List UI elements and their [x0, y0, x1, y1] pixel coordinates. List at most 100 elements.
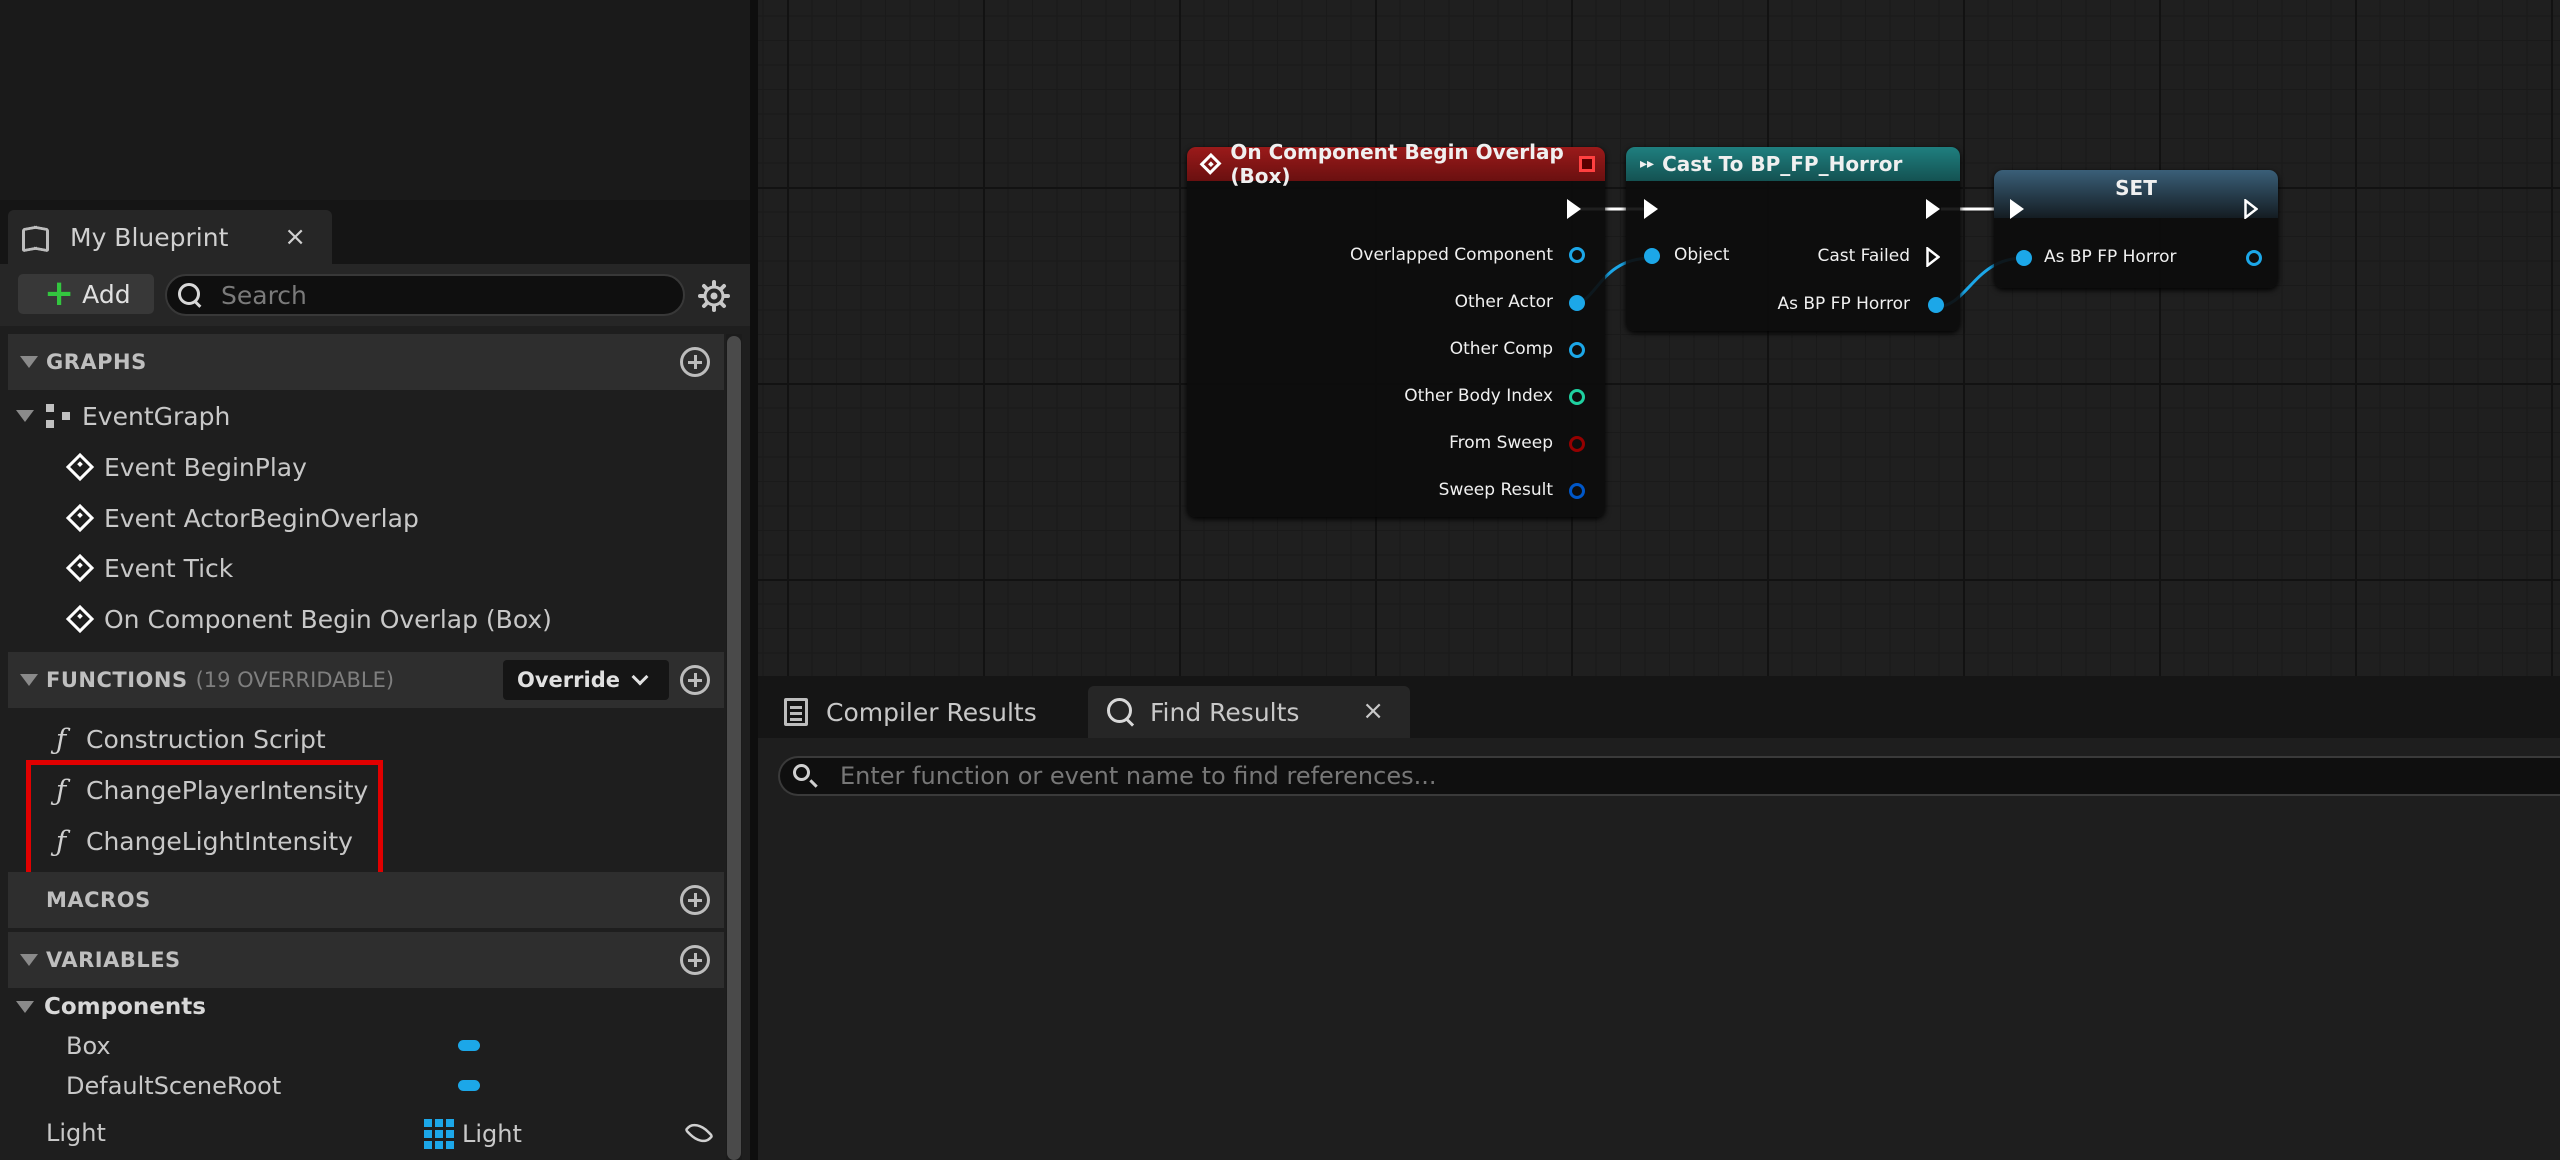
gear-icon[interactable]	[698, 280, 730, 312]
blueprint-graph-canvas[interactable]: On Component Begin Overlap (Box) Overlap…	[758, 0, 2560, 676]
left-upper-panel	[0, 0, 750, 200]
overridable-count: (19 OVERRIDABLE)	[195, 668, 395, 692]
variable-type-pill-icon[interactable]	[458, 1080, 480, 1091]
event-icon	[65, 553, 95, 583]
pin-label: Other Comp	[1449, 339, 1553, 359]
plus-icon: +	[44, 273, 75, 314]
exec-in-pin-icon[interactable]	[2010, 199, 2024, 219]
pin-label: Sweep Result	[1438, 480, 1553, 500]
collapse-arrow-icon[interactable]	[16, 1001, 34, 1013]
object-pin-icon[interactable]	[1569, 342, 1585, 358]
tab-compiler-results[interactable]: Compiler Results	[770, 686, 1080, 738]
category-label: Components	[44, 994, 206, 1020]
close-icon[interactable]: ×	[1362, 696, 1384, 726]
node-header[interactable]: SET	[1994, 170, 2278, 218]
add-button[interactable]: + Add	[18, 274, 154, 314]
tree-item-event[interactable]: Event ActorBeginOverlap	[65, 493, 419, 543]
tree-item-construction-script[interactable]: ƒ Construction Script	[46, 714, 326, 764]
pin-label: Cast Failed	[1817, 246, 1910, 266]
pin-label: As BP FP Horror	[1777, 294, 1910, 314]
tree-item-event[interactable]: Event BeginPlay	[65, 442, 307, 492]
exec-in-pin-icon[interactable]	[1644, 199, 1658, 219]
object-pin-icon[interactable]	[1928, 297, 1944, 313]
add-function-icon[interactable]	[680, 665, 710, 695]
variable-category-components[interactable]: Components	[8, 987, 724, 1027]
tree-item-label: EventGraph	[82, 401, 231, 431]
tab-my-blueprint[interactable]: My Blueprint ×	[8, 210, 332, 264]
search-icon	[1106, 697, 1136, 727]
scrollbar-thumb[interactable]	[727, 336, 741, 1160]
section-title: VARIABLES	[46, 948, 181, 972]
macros-section-header[interactable]: MACROS	[8, 872, 724, 928]
struct-pin-icon[interactable]	[1569, 483, 1585, 499]
tab-find-results[interactable]: Find Results ×	[1088, 686, 1410, 738]
tree-item-label: On Component Begin Overlap (Box)	[104, 604, 552, 634]
collapse-arrow-icon[interactable]	[20, 356, 38, 368]
search-input[interactable]	[221, 280, 661, 310]
eye-icon[interactable]	[683, 1117, 715, 1149]
bottom-tab-strip: Compiler Results Find Results ×	[758, 676, 2560, 738]
book-icon	[20, 225, 50, 249]
object-pin-icon[interactable]	[2016, 250, 2032, 266]
node-cast-to-bp-fp-horror[interactable]: ▸▸ Cast To BP_FP_Horror Object Cast Fail…	[1626, 147, 1960, 331]
variable-row[interactable]: Box	[8, 1026, 724, 1066]
light-type-grid-icon	[424, 1119, 454, 1149]
node-title: Cast To BP_FP_Horror	[1662, 152, 1903, 176]
node-header[interactable]: ▸▸ Cast To BP_FP_Horror	[1626, 147, 1960, 181]
node-set[interactable]: SET As BP FP Horror	[1994, 170, 2278, 288]
event-icon	[1199, 152, 1222, 176]
pin-label: Overlapped Component	[1350, 245, 1553, 265]
bool-pin-icon[interactable]	[1569, 436, 1585, 452]
exec-out-pin-icon[interactable]	[1567, 199, 1581, 219]
close-icon[interactable]: ×	[284, 222, 306, 252]
tree-item-event[interactable]: On Component Begin Overlap (Box)	[65, 594, 552, 644]
event-icon	[65, 503, 95, 533]
find-results-search-field[interactable]	[778, 756, 2560, 796]
event-graph-icon	[44, 402, 74, 430]
pin-label: From Sweep	[1449, 433, 1553, 453]
int-pin-icon[interactable]	[1569, 389, 1585, 405]
object-pin-icon[interactable]	[2246, 250, 2262, 266]
section-title: GRAPHS	[46, 350, 147, 374]
delegate-pin-icon[interactable]	[1579, 156, 1595, 172]
panel-splitter[interactable]	[750, 0, 758, 1160]
variable-name: DefaultSceneRoot	[66, 1072, 282, 1100]
tree-item-label: Construction Script	[86, 724, 326, 754]
add-graph-icon[interactable]	[680, 347, 710, 377]
tree-item-label: Event Tick	[104, 553, 234, 583]
variables-section-header[interactable]: VARIABLES	[8, 932, 724, 988]
variable-row[interactable]: DefaultSceneRoot	[8, 1066, 724, 1106]
exec-out-hollow-pin-icon[interactable]	[2244, 199, 2258, 219]
highlight-annotation-box	[26, 760, 383, 877]
exec-out-pin-icon[interactable]	[1926, 199, 1940, 219]
object-pin-icon[interactable]	[1569, 247, 1585, 263]
node-on-component-begin-overlap[interactable]: On Component Begin Overlap (Box) Overlap…	[1187, 140, 1605, 517]
exec-out-hollow-pin-icon[interactable]	[1926, 247, 1940, 267]
variable-name: Box	[66, 1032, 111, 1060]
collapse-arrow-icon[interactable]	[20, 674, 38, 686]
variable-type-pill-icon[interactable]	[458, 1040, 480, 1051]
chevron-down-icon	[631, 668, 649, 686]
add-variable-icon[interactable]	[680, 945, 710, 975]
find-results-input[interactable]	[840, 762, 2340, 790]
variable-type-selector[interactable]: Light	[424, 1119, 522, 1149]
node-header[interactable]: On Component Begin Overlap (Box)	[1187, 140, 1605, 188]
override-dropdown[interactable]: Override	[503, 660, 669, 700]
collapse-arrow-icon[interactable]	[20, 954, 38, 966]
add-macro-icon[interactable]	[680, 885, 710, 915]
tree-item-label: Event ActorBeginOverlap	[104, 503, 419, 533]
graphs-section-header[interactable]: GRAPHS	[8, 334, 724, 390]
search-field[interactable]	[165, 274, 685, 316]
tree-item-eventgraph[interactable]: EventGraph	[16, 391, 230, 441]
functions-section-header[interactable]: FUNCTIONS (19 OVERRIDABLE) Override	[8, 652, 724, 708]
add-button-label: Add	[82, 279, 131, 309]
variable-row-light[interactable]: Light Light	[8, 1113, 724, 1153]
object-pin-icon[interactable]	[1644, 248, 1660, 264]
collapse-arrow-icon[interactable]	[16, 410, 34, 422]
tab-label: Compiler Results	[826, 697, 1037, 727]
pin-label: Other Actor	[1454, 292, 1553, 312]
tree-item-event[interactable]: Event Tick	[65, 543, 234, 593]
event-icon	[65, 452, 95, 482]
pin-label: As BP FP Horror	[2044, 247, 2177, 267]
object-pin-icon[interactable]	[1569, 295, 1585, 311]
